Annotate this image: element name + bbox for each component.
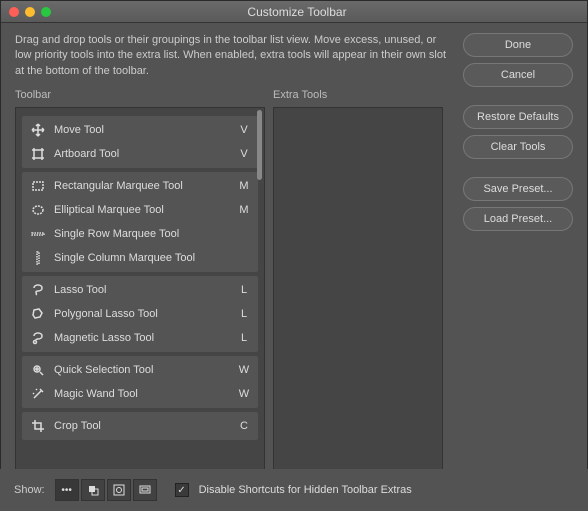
extra-tools-listbox[interactable]: [273, 107, 443, 483]
tool-shortcut: V: [238, 124, 250, 136]
restore-defaults-button[interactable]: Restore Defaults: [463, 105, 573, 129]
titlebar: Customize Toolbar: [1, 1, 587, 23]
tool-label: Elliptical Marquee Tool: [54, 204, 230, 216]
load-preset-button[interactable]: Load Preset...: [463, 207, 573, 231]
tool-row[interactable]: Lasso Tool L: [22, 278, 258, 302]
poly-lasso-icon: [30, 306, 46, 322]
tool-row[interactable]: Quick Selection Tool W: [22, 358, 258, 382]
tool-shortcut: W: [238, 364, 250, 376]
tool-row[interactable]: Artboard Tool V: [22, 142, 258, 166]
tool-label: Magnetic Lasso Tool: [54, 332, 230, 344]
crop-icon: [30, 418, 46, 434]
tool-label: Single Row Marquee Tool: [54, 228, 230, 240]
rect-marquee-icon: [30, 178, 46, 194]
tool-shortcut: V: [238, 148, 250, 160]
show-menu-icon[interactable]: •••: [55, 479, 79, 501]
artboard-icon: [30, 146, 46, 162]
tool-shortcut: C: [238, 420, 250, 432]
tool-label: Magic Wand Tool: [54, 388, 230, 400]
tool-shortcut: W: [238, 388, 250, 400]
tool-row[interactable]: Single Row Marquee Tool: [22, 222, 258, 246]
tool-row[interactable]: Elliptical Marquee Tool M: [22, 198, 258, 222]
show-screenmode-icon[interactable]: [133, 479, 157, 501]
tool-label: Polygonal Lasso Tool: [54, 308, 230, 320]
wand-icon: [30, 386, 46, 402]
tool-label: Lasso Tool: [54, 284, 230, 296]
save-preset-button[interactable]: Save Preset...: [463, 177, 573, 201]
tool-shortcut: L: [238, 332, 250, 344]
tool-group[interactable]: Lasso ToolLPolygonal Lasso ToolLMagnetic…: [22, 276, 258, 352]
tool-label: Move Tool: [54, 124, 230, 136]
tool-group[interactable]: Crop Tool C: [22, 412, 258, 440]
lasso-icon: [30, 282, 46, 298]
tool-label: Rectangular Marquee Tool: [54, 180, 230, 192]
footer: Show: ••• ✓ Disable Shortcuts for Hidden…: [0, 469, 588, 511]
done-button[interactable]: Done: [463, 33, 573, 57]
scrollbar[interactable]: [257, 110, 262, 180]
toolbar-column-label: Toolbar: [15, 89, 265, 101]
tool-label: Crop Tool: [54, 420, 230, 432]
extra-column-label: Extra Tools: [273, 89, 443, 101]
show-label: Show:: [14, 484, 45, 496]
description-text: Drag and drop tools or their groupings i…: [15, 33, 451, 79]
tool-shortcut: L: [238, 284, 250, 296]
disable-shortcuts-checkbox[interactable]: ✓: [175, 483, 189, 497]
tool-label: Artboard Tool: [54, 148, 230, 160]
tool-label: Single Column Marquee Tool: [54, 252, 230, 264]
tool-row[interactable]: Magnetic Lasso Tool L: [22, 326, 258, 350]
show-quickmask-icon[interactable]: [107, 479, 131, 501]
tool-row[interactable]: Crop Tool C: [22, 414, 258, 438]
move-icon: [30, 122, 46, 138]
tool-group[interactable]: Rectangular Marquee ToolMElliptical Marq…: [22, 172, 258, 272]
quick-sel-icon: [30, 362, 46, 378]
tool-row[interactable]: Magic Wand Tool W: [22, 382, 258, 406]
row-marquee-icon: [30, 226, 46, 242]
tool-row[interactable]: Rectangular Marquee Tool M: [22, 174, 258, 198]
disable-shortcuts-label: Disable Shortcuts for Hidden Toolbar Ext…: [199, 484, 412, 496]
mag-lasso-icon: [30, 330, 46, 346]
toolbar-listbox[interactable]: Move Tool V Artboard Tool V Rectangular Marq…: [15, 107, 265, 483]
cancel-button[interactable]: Cancel: [463, 63, 573, 87]
tool-shortcut: M: [238, 204, 250, 216]
tool-row[interactable]: Polygonal Lasso Tool L: [22, 302, 258, 326]
clear-tools-button[interactable]: Clear Tools: [463, 135, 573, 159]
tool-shortcut: M: [238, 180, 250, 192]
tool-row[interactable]: Single Column Marquee Tool: [22, 246, 258, 270]
show-foreground-icon[interactable]: [81, 479, 105, 501]
tool-label: Quick Selection Tool: [54, 364, 230, 376]
ellipse-marquee-icon: [30, 202, 46, 218]
tool-shortcut: L: [238, 308, 250, 320]
tool-group[interactable]: Move Tool V Artboard Tool V: [22, 116, 258, 168]
tool-group[interactable]: Quick Selection Tool W Magic Wand Tool W: [22, 356, 258, 408]
tool-row[interactable]: Move Tool V: [22, 118, 258, 142]
col-marquee-icon: [30, 250, 46, 266]
window-title: Customize Toolbar: [15, 5, 579, 19]
